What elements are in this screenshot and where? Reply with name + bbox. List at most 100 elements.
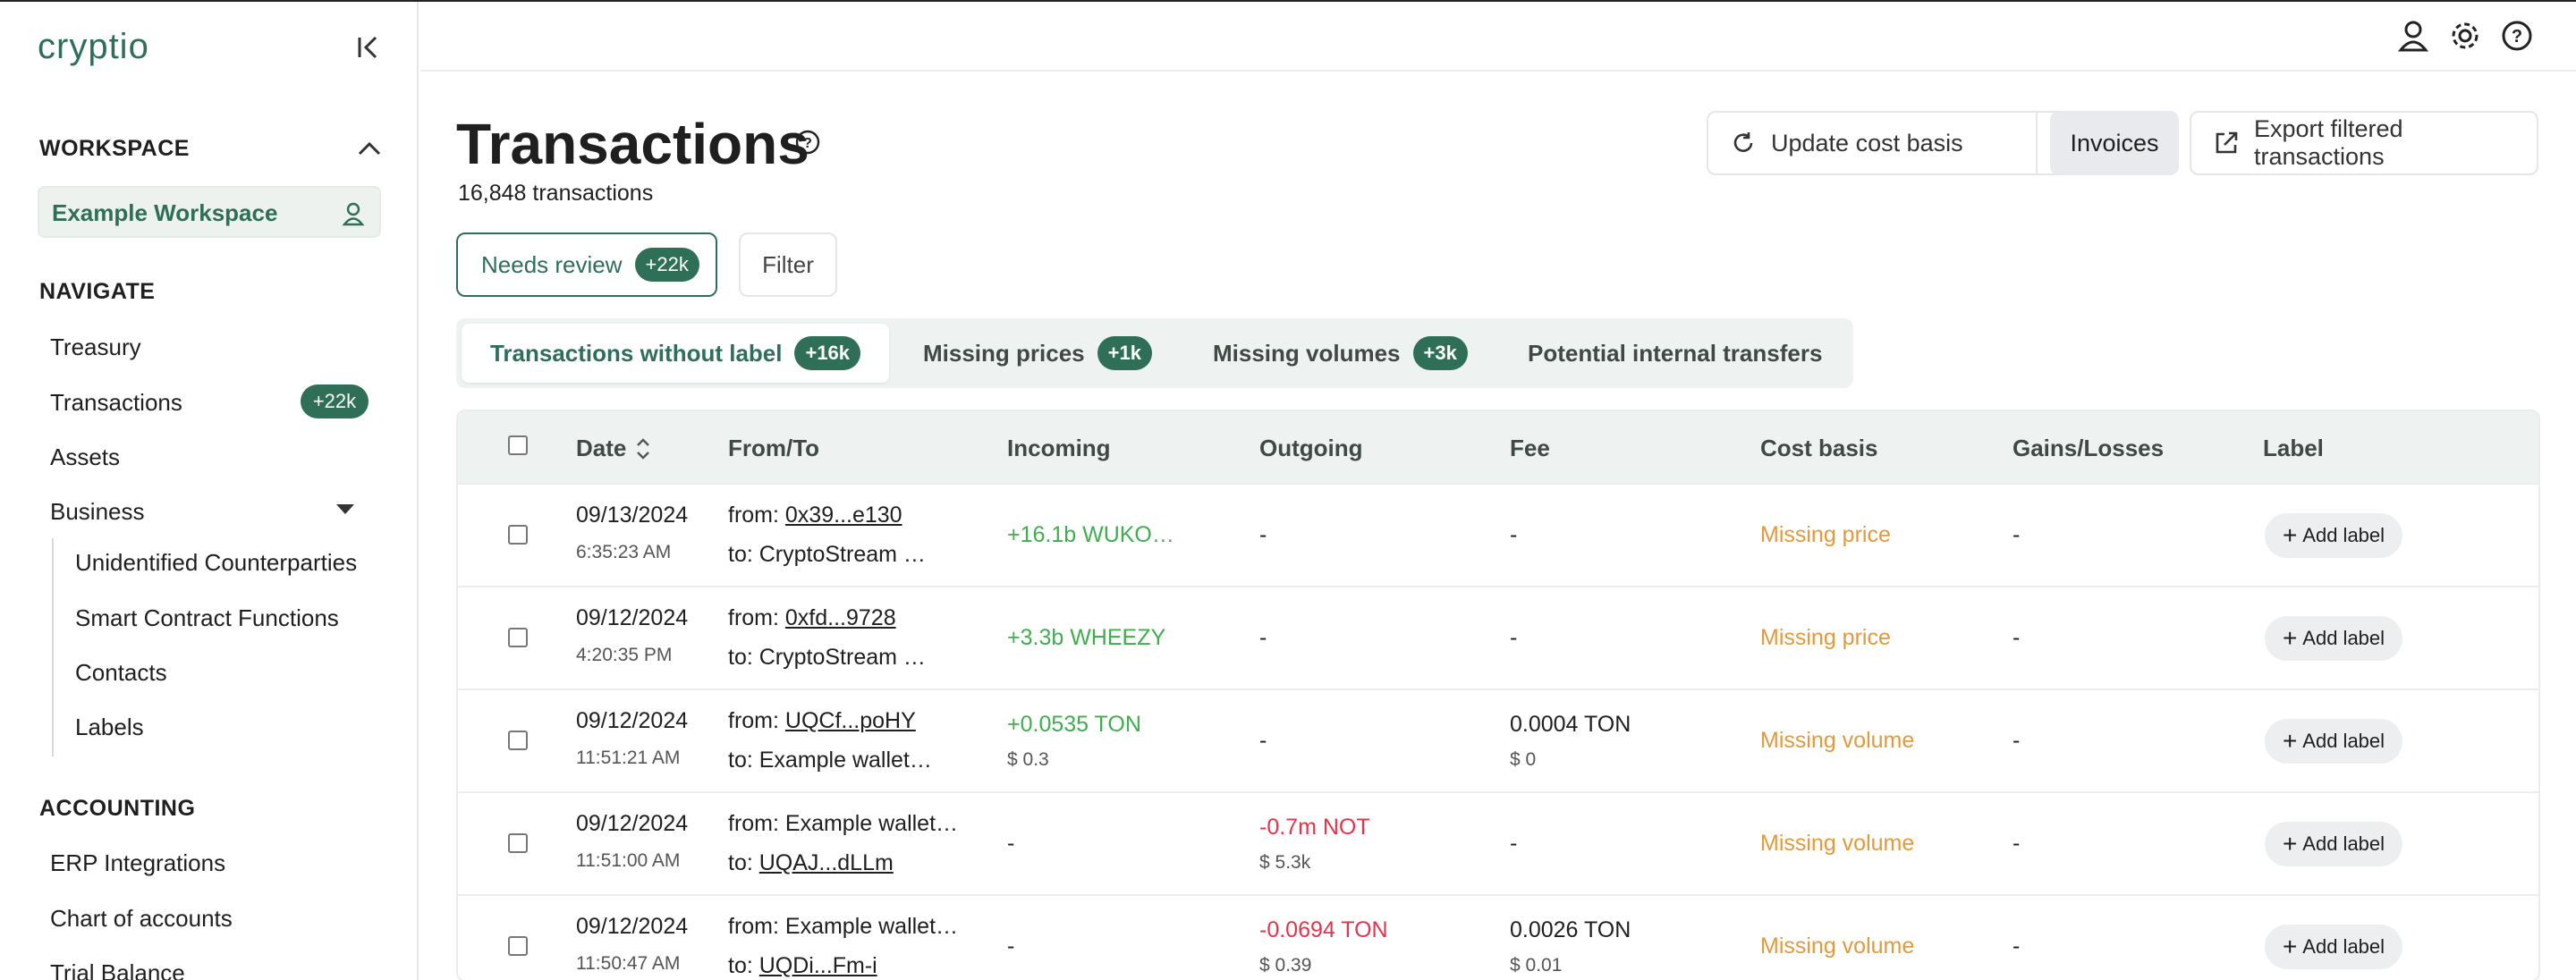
sort-icon[interactable] — [635, 435, 651, 463]
from-address: Example wallet… — [784, 811, 959, 836]
tab-without-label[interactable]: Transactions without label +16k — [462, 324, 889, 383]
external-link-icon — [2216, 131, 2238, 154]
row-cost-basis[interactable]: Missing volume — [1760, 831, 1914, 857]
from-address: Example wallet… — [784, 914, 959, 939]
row-checkbox[interactable] — [508, 525, 528, 545]
submenu-divider — [52, 538, 54, 756]
app-logo[interactable]: cryptio — [38, 27, 149, 67]
row-to: to: CryptoStream … — [728, 542, 926, 568]
add-label-text: Add label — [2302, 524, 2385, 546]
help-icon[interactable]: ? — [794, 129, 821, 156]
add-label-button[interactable]: + Add label — [2265, 719, 2402, 764]
nav-unidentified-counterparties[interactable]: Unidentified Counterparties — [75, 549, 357, 577]
nav-assets[interactable]: Assets — [50, 444, 120, 471]
invoices-label: Invoices — [2070, 129, 2159, 156]
tab-missing-prices[interactable]: Missing prices +1k — [923, 324, 1152, 383]
tab-missing-volumes[interactable]: Missing volumes +3k — [1213, 324, 1468, 383]
row-to: to: CryptoStream … — [728, 645, 926, 671]
export-button[interactable]: Export filtered transactions — [2190, 111, 2538, 175]
row-fee: - — [1510, 522, 1518, 547]
gear-icon[interactable] — [2447, 18, 2483, 54]
nav-transactions[interactable]: Transactions — [50, 389, 182, 417]
transaction-count: 16,848 transactions — [458, 181, 654, 206]
from-prefix: from: — [728, 503, 785, 528]
row-outgoing: -0.7m NOT — [1259, 815, 1370, 840]
add-label-button[interactable]: + Add label — [2265, 513, 2402, 558]
navigate-header: NAVIGATE — [39, 279, 156, 304]
nav-business[interactable]: Business — [50, 498, 145, 526]
row-cost-basis[interactable]: Missing price — [1760, 522, 1891, 548]
from-prefix: from: — [728, 811, 785, 836]
to-prefix: to: — [728, 542, 759, 567]
from-prefix: from: — [728, 914, 785, 939]
table-row[interactable]: 09/12/2024 11:51:00 AM from: Example wal… — [458, 791, 2538, 894]
svg-text:?: ? — [803, 136, 812, 151]
transactions-badge: +22k — [301, 384, 369, 418]
chevron-up-icon[interactable] — [354, 134, 385, 165]
row-date: 09/13/2024 — [576, 503, 689, 528]
plus-icon: + — [2282, 624, 2298, 652]
to-address: CryptoStream … — [758, 542, 926, 567]
refresh-icon — [1733, 132, 1753, 152]
update-cost-basis-button[interactable]: Update cost basis — [1707, 111, 2038, 175]
tab-label: Missing prices — [923, 339, 1085, 367]
tab-internal-transfers[interactable]: Potential internal transfers — [1528, 324, 1822, 383]
row-checkbox[interactable] — [508, 628, 528, 647]
row-cost-basis[interactable]: Missing volume — [1760, 728, 1914, 754]
add-label-button[interactable]: + Add label — [2265, 822, 2402, 866]
table-row[interactable]: 09/12/2024 11:51:21 AM from: UQCf...poHY… — [458, 689, 2538, 791]
nav-contacts[interactable]: Contacts — [75, 659, 167, 687]
nav-labels[interactable]: Labels — [75, 714, 144, 741]
user-icon[interactable] — [2395, 18, 2431, 54]
to-prefix: to: — [728, 850, 759, 875]
nav-trial-balance[interactable]: Trial Balance — [50, 959, 185, 980]
to-address-link[interactable]: UQAJ...dLLm — [759, 850, 894, 875]
row-from: from: 0xfd...9728 — [728, 605, 896, 631]
row-fee: 0.0026 TON — [1510, 917, 1631, 942]
row-checkbox[interactable] — [508, 936, 528, 956]
from-address-link[interactable]: 0xfd...9728 — [785, 605, 896, 630]
row-time: 11:50:47 AM — [576, 953, 681, 974]
plus-icon: + — [2282, 830, 2298, 858]
filter-button[interactable]: Filter — [739, 232, 837, 297]
row-outgoing-usd: $ 0.39 — [1259, 955, 1312, 976]
row-cost-basis[interactable]: Missing volume — [1760, 934, 1914, 959]
help-icon[interactable]: ? — [2499, 18, 2535, 54]
nav-smart-contract-functions[interactable]: Smart Contract Functions — [75, 604, 339, 632]
user-icon — [342, 202, 365, 226]
nav-chart-of-accounts[interactable]: Chart of accounts — [50, 905, 233, 933]
nav-treasury[interactable]: Treasury — [50, 334, 141, 361]
add-label-button[interactable]: + Add label — [2265, 925, 2402, 969]
row-incoming: +16.1b WUKO… — [1007, 522, 1174, 547]
header-date[interactable]: Date — [576, 435, 626, 462]
from-address-link[interactable]: 0x39...e130 — [785, 503, 902, 528]
row-incoming: - — [1007, 831, 1015, 856]
select-all-checkbox[interactable] — [508, 435, 528, 455]
row-incoming-usd: $ 0.3 — [1007, 749, 1049, 770]
row-date: 09/12/2024 — [576, 605, 689, 630]
workspace-selector[interactable]: Example Workspace — [38, 186, 381, 238]
row-time: 6:35:23 AM — [576, 542, 672, 562]
row-cost-basis[interactable]: Missing price — [1760, 625, 1891, 651]
table-row[interactable]: 09/13/2024 6:35:23 AM from: 0x39...e130 … — [458, 483, 2538, 586]
row-checkbox[interactable] — [508, 833, 528, 853]
table-row[interactable]: 09/12/2024 4:20:35 PM from: 0xfd...9728 … — [458, 586, 2538, 689]
row-to: to: UQAJ...dLLm — [728, 850, 894, 876]
row-time: 11:51:21 AM — [576, 748, 681, 768]
tab-label: Missing volumes — [1213, 339, 1401, 367]
to-address-link[interactable]: UQDi...Fm-i — [759, 953, 877, 978]
accounting-header: ACCOUNTING — [39, 796, 196, 821]
add-label-text: Add label — [2302, 730, 2385, 752]
collapse-sidebar-icon[interactable] — [354, 32, 385, 63]
invoices-button[interactable]: Invoices — [2050, 111, 2179, 175]
table-row[interactable]: 09/12/2024 11:50:47 AM from: Example wal… — [458, 894, 2538, 980]
needs-review-filter[interactable]: Needs review +22k — [456, 232, 717, 297]
from-address-link[interactable]: UQCf...poHY — [785, 708, 916, 733]
add-label-button[interactable]: + Add label — [2265, 616, 2402, 661]
caret-down-icon[interactable] — [336, 504, 354, 514]
row-incoming: - — [1007, 934, 1015, 959]
row-from: from: Example wallet… — [728, 914, 958, 940]
nav-erp-integrations[interactable]: ERP Integrations — [50, 849, 225, 877]
row-checkbox[interactable] — [508, 731, 528, 750]
header-outgoing: Outgoing — [1259, 435, 1363, 461]
